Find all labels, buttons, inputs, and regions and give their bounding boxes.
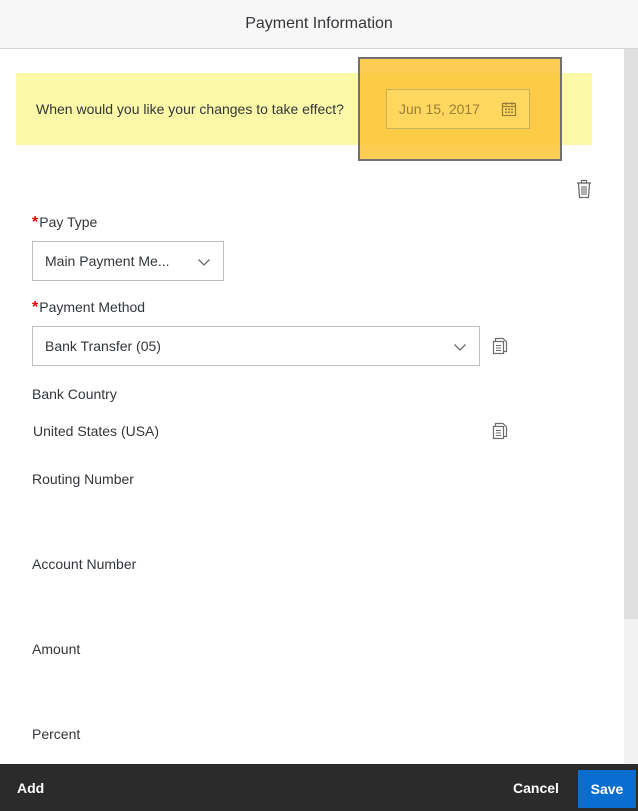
effective-date-question: When would you like your changes to take… <box>36 101 344 117</box>
calendar-icon[interactable] <box>501 101 517 117</box>
dialog-content: When would you like your changes to take… <box>0 49 624 764</box>
routing-number-label: Routing Number <box>32 471 134 487</box>
pay-type-label-text: Pay Type <box>39 214 98 230</box>
page-title: Payment Information <box>245 15 393 32</box>
pay-type-label: *Pay Type <box>32 214 97 232</box>
dialog-footer: Add Cancel Save <box>0 764 638 811</box>
percent-label: Percent <box>32 726 81 742</box>
chevron-down-icon <box>454 344 466 351</box>
dialog-header: Payment Information <box>0 0 638 49</box>
payment-method-label: *Payment Method <box>32 299 145 317</box>
effective-date-picker[interactable]: Jun 15, 2017 <box>386 89 530 129</box>
trash-icon[interactable] <box>575 179 593 199</box>
cancel-button[interactable]: Cancel <box>513 764 559 811</box>
required-indicator: * <box>32 299 39 316</box>
copy-icon[interactable] <box>492 422 508 440</box>
account-number-label: Account Number <box>32 556 137 572</box>
chevron-down-icon <box>198 259 210 266</box>
payment-method-select[interactable]: Bank Transfer (05) <box>32 326 480 366</box>
bank-country-label: Bank Country <box>32 386 117 402</box>
bank-country-value: United States (USA) <box>33 423 160 439</box>
pay-type-value: Main Payment Me... <box>45 253 170 269</box>
required-indicator: * <box>32 214 39 231</box>
amount-label: Amount <box>32 641 81 657</box>
effective-date-value: Jun 15, 2017 <box>399 101 480 117</box>
payment-method-label-text: Payment Method <box>39 299 146 315</box>
save-button[interactable]: Save <box>578 770 636 808</box>
payment-method-value: Bank Transfer (05) <box>45 338 161 354</box>
pay-type-select[interactable]: Main Payment Me... <box>32 241 224 281</box>
scrollbar-thumb[interactable] <box>624 49 638 619</box>
add-button[interactable]: Add <box>17 764 44 811</box>
copy-icon[interactable] <box>492 337 508 355</box>
